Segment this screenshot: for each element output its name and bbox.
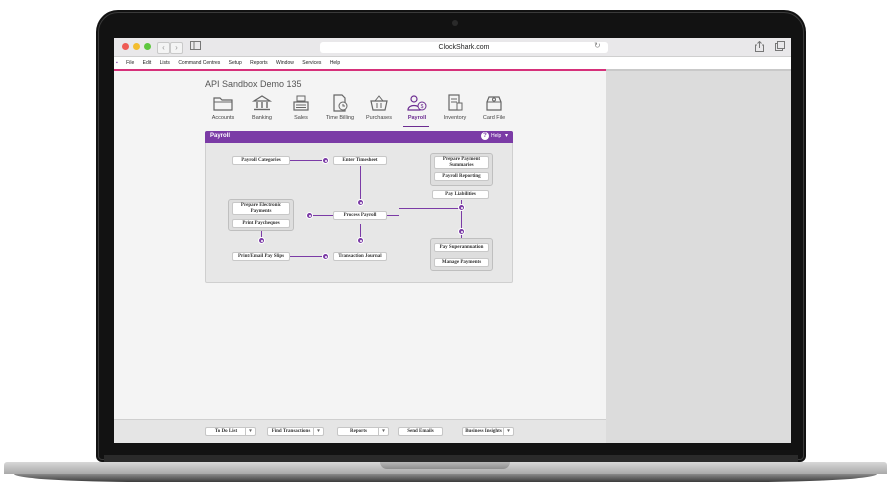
- laptop-notch: [380, 462, 510, 469]
- panel-header: [205, 131, 513, 143]
- camera-icon: [452, 20, 458, 26]
- business-insights-button[interactable]: Business Insights ▾: [462, 427, 514, 436]
- transaction-journal-button[interactable]: Transaction Journal: [333, 252, 387, 261]
- minimize-window-button[interactable]: [133, 43, 140, 50]
- address-bar[interactable]: ClockShark.com: [320, 42, 608, 53]
- register-icon: [290, 94, 312, 112]
- nav-label: Card File: [482, 115, 506, 121]
- flow-line: [387, 215, 399, 216]
- print-paycheques-button[interactable]: Print Paycheques: [232, 219, 290, 228]
- sidebar-icon[interactable]: [190, 41, 201, 52]
- flow-line: [360, 166, 361, 202]
- timesheet-icon: [329, 94, 351, 112]
- app-menu-bar: ▪ File Edit Lists Command Centres Setup …: [114, 57, 791, 69]
- menu-help[interactable]: Help: [330, 60, 340, 66]
- zoom-window-button[interactable]: [144, 43, 151, 50]
- flow-line: [290, 160, 326, 161]
- inventory-icon: [444, 94, 466, 112]
- chevron-down-icon[interactable]: ▾: [245, 428, 255, 435]
- laptop-base-bottom: [14, 474, 877, 482]
- reports-button[interactable]: Reports ▾: [337, 427, 389, 436]
- process-payroll-button[interactable]: Process Payroll: [333, 211, 387, 220]
- todo-list-button[interactable]: To Do List ▾: [205, 427, 256, 436]
- find-transactions-button[interactable]: Find Transactions ▾: [267, 427, 324, 436]
- back-button[interactable]: ‹: [157, 42, 170, 54]
- chevron-right-icon: ›: [175, 43, 178, 52]
- menu-command-centres[interactable]: Command Centres: [178, 60, 220, 66]
- chevron-left-icon: ‹: [162, 43, 165, 52]
- panel-title: Payroll: [210, 133, 231, 139]
- menu-lists[interactable]: Lists: [160, 60, 170, 66]
- flow-arrow-icon: [357, 237, 364, 244]
- prepare-payment-summaries-button[interactable]: Prepare Payment Summaries: [434, 156, 489, 169]
- business-insights-label: Business Insights: [465, 429, 502, 434]
- reports-label: Reports: [350, 429, 367, 434]
- payroll-reporting-button[interactable]: Payroll Reporting: [434, 172, 489, 181]
- payroll-categories-button[interactable]: Payroll Categories: [232, 156, 290, 165]
- share-glyph: [755, 40, 764, 52]
- forward-button[interactable]: ›: [170, 42, 183, 54]
- flow-line: [399, 208, 461, 209]
- help-label[interactable]: Help: [491, 133, 501, 139]
- pay-liabilities-button[interactable]: Pay Liabilities: [432, 190, 489, 199]
- app-logo-icon: ▪: [116, 60, 118, 66]
- sidebar-glyph: [190, 41, 201, 50]
- company-name: API Sandbox Demo 135: [205, 79, 302, 89]
- menu-file[interactable]: File: [126, 60, 134, 66]
- flow-line: [290, 256, 326, 257]
- flow-arrow-icon: [322, 253, 329, 260]
- menu-setup[interactable]: Setup: [229, 60, 242, 66]
- flow-arrow-icon: [357, 199, 364, 206]
- laptop-hinge: [104, 455, 798, 462]
- basket-icon: [368, 94, 390, 112]
- reload-icon[interactable]: ↻: [594, 41, 601, 50]
- share-icon[interactable]: [754, 40, 765, 52]
- prepare-electronic-payments-button[interactable]: Prepare Electronic Payments: [232, 202, 290, 215]
- close-window-button[interactable]: [122, 43, 129, 50]
- manage-payments-button[interactable]: Manage Payments: [434, 258, 489, 267]
- todo-list-label: To Do List: [214, 429, 238, 434]
- flow-arrow-icon: [458, 228, 465, 235]
- menu-window[interactable]: Window: [276, 60, 294, 66]
- menu-services[interactable]: Services: [302, 60, 321, 66]
- cardfile-icon: [483, 94, 505, 112]
- menu-reports[interactable]: Reports: [250, 60, 268, 66]
- chevron-down-icon[interactable]: ▾: [378, 428, 388, 435]
- chevron-down-icon[interactable]: ▾: [503, 428, 513, 435]
- tabs-icon[interactable]: [774, 41, 785, 52]
- enter-timesheet-button[interactable]: Enter Timesheet: [333, 156, 387, 165]
- pay-superannuation-button[interactable]: Pay Superannuation: [434, 243, 489, 252]
- right-pane: [606, 71, 791, 443]
- flow-arrow-icon: [322, 157, 329, 164]
- print-email-pay-slips-button[interactable]: Print/Email Pay Slips: [232, 252, 290, 261]
- flow-arrow-icon: [306, 212, 313, 219]
- tabs-glyph: [774, 41, 785, 51]
- payroll-icon: $: [406, 94, 428, 112]
- svg-text:$: $: [421, 104, 424, 110]
- menu-edit[interactable]: Edit: [143, 60, 152, 66]
- send-emails-button[interactable]: Send Emails: [398, 427, 443, 436]
- bank-icon: [251, 94, 273, 112]
- chevron-down-icon[interactable]: ▾: [313, 428, 323, 435]
- flow-line: [360, 224, 361, 238]
- help-icon[interactable]: ?: [481, 132, 489, 140]
- flow-arrow-icon: [258, 237, 265, 244]
- nav-card-file[interactable]: Card File: [469, 94, 519, 121]
- flow-arrow-icon: [458, 204, 465, 211]
- help-dropdown-icon[interactable]: ▾: [505, 132, 508, 139]
- laptop-screen: ‹ › ClockShark.com ↻ ▪ File Edit Lists C…: [114, 38, 791, 443]
- active-tab-underline: [403, 126, 429, 127]
- find-transactions-label: Find Transactions: [271, 429, 311, 434]
- folder-icon: [212, 94, 234, 112]
